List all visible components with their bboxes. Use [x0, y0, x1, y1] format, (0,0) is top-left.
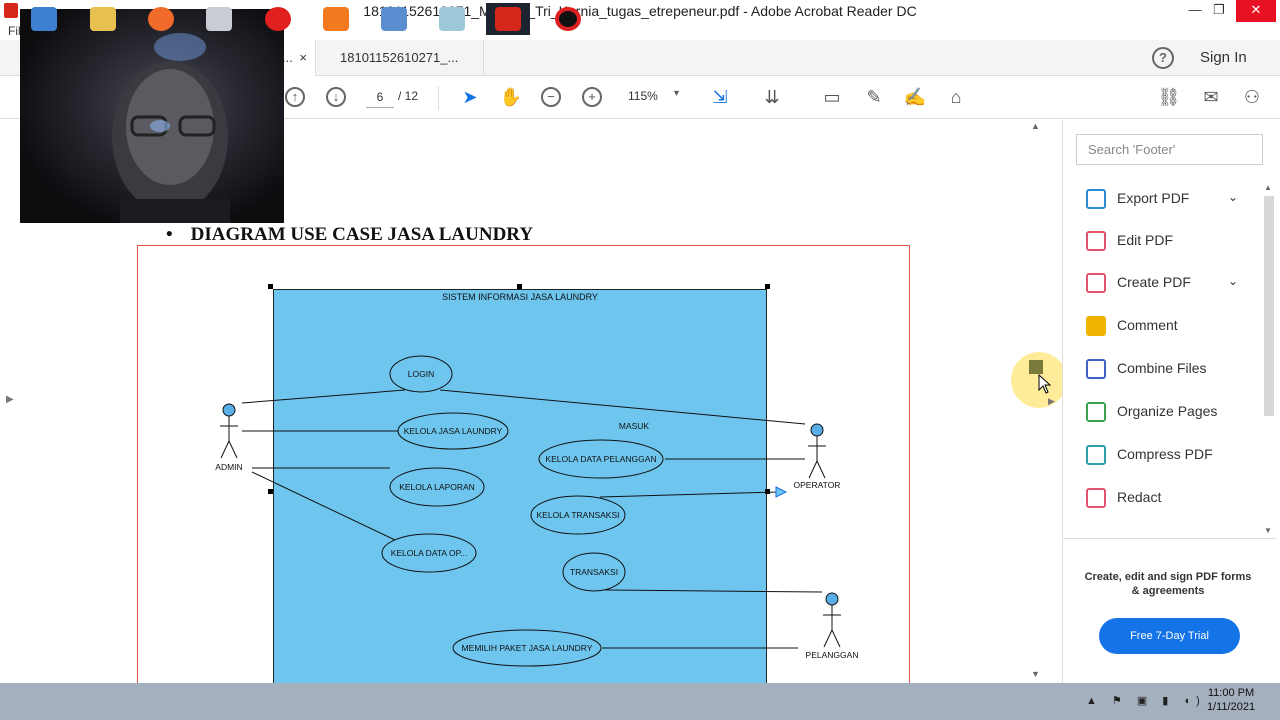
selection-handle	[765, 284, 770, 289]
screen: 18101152610271_M.Reza_Tri_Kurnia_tugas_e…	[0, 0, 1280, 720]
clock-date: 1/11/2021	[1206, 701, 1256, 713]
scrollbar-thumb[interactable]	[1029, 360, 1043, 374]
taskbar-app-computer[interactable]	[22, 3, 66, 35]
acrobat-icon	[495, 6, 521, 31]
taskbar-app-opera[interactable]	[256, 3, 300, 35]
tools-search-input[interactable]: Search 'Footer'	[1076, 134, 1263, 165]
scroll-up-icon[interactable]: ▲	[1031, 121, 1040, 131]
organize-pages-icon	[1086, 402, 1106, 422]
chevron-down-icon[interactable]: ⌄	[1228, 190, 1238, 204]
cube-icon	[381, 6, 407, 31]
link-admin-login	[241, 389, 406, 404]
tool-redact[interactable]: Redact	[1086, 486, 1256, 510]
scroll-down-icon[interactable]: ▼	[1031, 669, 1040, 679]
selection-handle	[268, 284, 273, 289]
chevron-down-icon[interactable]: ⌄	[1228, 274, 1238, 288]
webcam-person-image	[112, 33, 230, 223]
taskbar-app-recorder[interactable]	[546, 3, 590, 35]
tool-label: Comment	[1117, 317, 1178, 333]
tool-combine-files[interactable]: Combine Files	[1086, 357, 1256, 381]
tool-create-pdf[interactable]: Create PDF ⌄	[1086, 271, 1256, 295]
clock-time: 11:00 PM	[1207, 687, 1255, 699]
folder-icon	[90, 6, 116, 31]
clock[interactable]: 11:00 PM 1/11/2021	[1196, 686, 1266, 714]
tool-label: Export PDF	[1117, 190, 1190, 206]
masuk-label: MASUK	[618, 421, 650, 431]
free-trial-button[interactable]: Free 7-Day Trial	[1099, 618, 1240, 654]
xampp-icon	[323, 6, 349, 31]
create-pdf-icon	[1086, 273, 1106, 293]
link-pelanggan-transaksi	[604, 589, 823, 593]
notes-icon	[439, 6, 465, 31]
actor-label-operator: OPERATOR	[793, 480, 841, 490]
tool-label: Edit PDF	[1117, 232, 1174, 248]
actor-label-admin: ADMIN	[215, 462, 243, 472]
opera-icon	[265, 6, 291, 31]
link-admin-kelola-data-op	[251, 471, 396, 541]
tool-compress-pdf[interactable]: Compress PDF	[1086, 443, 1256, 467]
link-operator-transaksi	[599, 491, 779, 498]
tool-label: Redact	[1117, 489, 1162, 505]
actor-admin-head	[222, 403, 236, 417]
pane-divider	[1062, 538, 1276, 539]
app-icon	[206, 6, 232, 31]
redact-icon	[1086, 488, 1106, 508]
actor-label-pelanggan: PELANGGAN	[805, 650, 859, 660]
webcam-overlay	[20, 9, 284, 223]
tool-organize-pages[interactable]: Organize Pages	[1086, 400, 1256, 424]
arrowhead	[775, 486, 788, 498]
usecase-label: MEMILIH PAKET JASA LAUNDRY	[461, 643, 593, 653]
tool-label: Compress PDF	[1117, 446, 1213, 462]
taskbar-app-notes[interactable]	[430, 3, 474, 35]
edit-pdf-icon	[1086, 231, 1106, 251]
taskbar-app-acrobat[interactable]	[486, 3, 530, 35]
tool-export-pdf[interactable]: Export PDF ⌄	[1086, 187, 1256, 211]
usecase-label: LOGIN	[407, 369, 435, 379]
export-pdf-icon	[1086, 189, 1106, 209]
usecase-label: KELOLA DATA OP...	[390, 548, 468, 558]
tools-scroll-down-icon[interactable]: ▼	[1264, 526, 1272, 535]
tool-comment[interactable]: Comment	[1086, 314, 1256, 338]
recorder-icon	[148, 6, 174, 31]
computer-icon	[31, 6, 57, 31]
usecase-label: KELOLA TRANSAKSI	[536, 510, 620, 520]
selection-handle	[517, 284, 522, 289]
promo-text: Create, edit and sign PDF forms & agreem…	[1084, 571, 1252, 597]
taskbar-app-xampp[interactable]	[314, 3, 358, 35]
mouse-cursor-icon	[1038, 374, 1052, 394]
selection-handle	[765, 489, 770, 494]
taskbar-app-screen-recorder[interactable]	[139, 3, 183, 35]
right-pane-toggle-icon[interactable]: ▶	[1048, 396, 1055, 407]
tool-label: Organize Pages	[1117, 403, 1218, 419]
usecase-label: TRANSAKSI	[569, 567, 619, 577]
compress-pdf-icon	[1086, 445, 1106, 465]
comment-icon	[1086, 316, 1106, 336]
taskbar-app-tool[interactable]	[197, 3, 241, 35]
usecase-label: KELOLA LAPORAN	[399, 482, 475, 492]
selection-handle	[268, 489, 273, 494]
taskbar-app-virtualbox[interactable]	[372, 3, 416, 35]
actor-pelanggan-head	[825, 592, 839, 606]
tool-label: Combine Files	[1117, 360, 1207, 376]
tool-label: Create PDF	[1117, 274, 1191, 290]
tools-scrollbar-thumb[interactable]	[1264, 196, 1274, 416]
tools-scroll-up-icon[interactable]: ▲	[1264, 183, 1272, 192]
usecase-label: KELOLA JASA LAUNDRY	[403, 426, 503, 436]
tool-edit-pdf[interactable]: Edit PDF	[1086, 229, 1256, 253]
system-tray-icons[interactable]: ▲ ⚑ ▣ ▮ ◖)	[1086, 694, 1206, 707]
combine-files-icon	[1086, 359, 1106, 379]
usecase-label: KELOLA DATA PELANGGAN	[545, 454, 657, 464]
actor-operator-head	[810, 423, 824, 437]
record-icon	[555, 6, 581, 31]
taskbar-app-explorer[interactable]	[81, 3, 125, 35]
